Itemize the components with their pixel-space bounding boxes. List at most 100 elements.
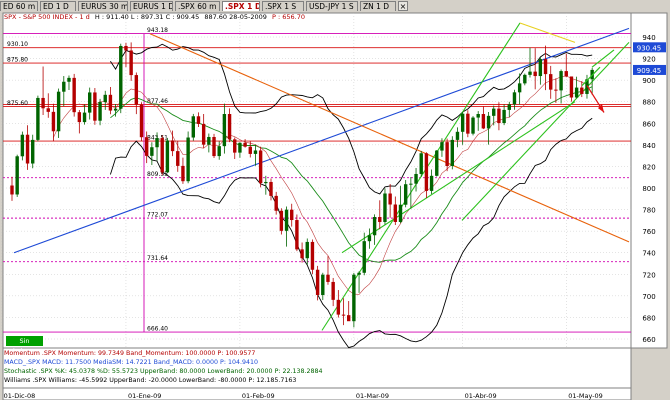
price-tick-label: 920: [642, 56, 655, 64]
candle-body: [279, 210, 284, 231]
candle-body: [207, 136, 211, 145]
candle-body: [466, 113, 470, 134]
candle-body: [77, 112, 82, 123]
candle-body: [36, 97, 40, 140]
price-tick-label: 880: [642, 99, 655, 107]
price-tick-label: 940: [642, 34, 655, 42]
candle-body: [269, 181, 273, 196]
candle-body: [82, 112, 87, 123]
candle-body: [15, 156, 19, 195]
price-tick-label: 700: [642, 293, 655, 301]
candle-body: [196, 116, 201, 124]
tab-spx-60-m[interactable]: .SPX 60 m: [175, 1, 220, 11]
tab-usd-jpy-1-s[interactable]: USD-JPY 1 S: [306, 1, 358, 11]
candle-body: [264, 181, 268, 184]
candle-body: [144, 137, 149, 156]
legend-momentum: Momentum .SPX Momentum: 99.7349 Band_Mom…: [4, 350, 256, 357]
candle-body: [305, 241, 309, 259]
candle-body: [290, 209, 294, 221]
tab-zn-1-d[interactable]: ZN 1 D: [360, 1, 396, 11]
candle-body: [315, 269, 320, 295]
candle-body: [486, 115, 491, 129]
candle-body: [331, 281, 335, 300]
candle-body: [108, 94, 113, 111]
date-tick-label: 01-Dic-08: [4, 392, 36, 400]
candle-body: [372, 217, 377, 236]
candle-body: [129, 50, 133, 76]
candle-body: [549, 74, 553, 90]
candle-body: [492, 108, 496, 116]
candle-body: [414, 173, 418, 184]
candle-body: [455, 131, 460, 140]
price-tick-label: 800: [642, 185, 655, 193]
header-title: SPX - S&P 500 INDEX - 1 d: [4, 13, 90, 21]
candle-body: [227, 114, 232, 140]
candle-body: [476, 114, 480, 118]
header-values: H : 911.40 L : 897.31 C : 909.45: [94, 13, 200, 21]
candle-body: [393, 204, 398, 222]
candle-body: [336, 299, 341, 315]
candle-body: [134, 75, 139, 105]
price-level-label: 930.10: [7, 41, 28, 48]
candle-body: [248, 146, 252, 154]
candle-body: [357, 272, 361, 275]
candle-body: [217, 146, 221, 157]
candle-body: [429, 175, 434, 191]
tab-ed-1-d[interactable]: ED 1 D: [40, 1, 76, 11]
price-tick-label: 820: [642, 163, 655, 171]
tab-eurus-30-m[interactable]: EURUS 30 m: [78, 1, 128, 11]
candle-body: [186, 137, 190, 182]
price-level-label: 875.60: [7, 100, 28, 107]
candle-body: [398, 204, 403, 222]
candle-body: [403, 184, 408, 205]
candle-body: [62, 81, 66, 92]
candle-body: [471, 117, 475, 134]
chart-header: SPX - S&P 500 INDEX - 1 d H : 911.40 L :…: [4, 13, 305, 21]
candle-body: [139, 104, 144, 138]
candle-body: [559, 71, 563, 91]
date-tick-label: 01-Abr-09: [465, 392, 497, 400]
close-tab-icon[interactable]: ×: [398, 1, 408, 11]
candle-body: [347, 315, 351, 322]
candle-body: [165, 140, 170, 173]
price-tick-label: 740: [642, 250, 655, 258]
candle-body: [326, 274, 330, 282]
date-tick-label: 01-Mar-09: [356, 392, 389, 400]
candle-body: [253, 150, 258, 154]
price-chart: 943.18930.10875.80877.46875.60843.51809.…: [0, 12, 670, 400]
tab-spx-1-s[interactable]: .SPX 1 S: [262, 1, 304, 11]
header-percent: P : 656.70: [272, 13, 305, 21]
candle-body: [88, 92, 92, 113]
tab-ed-60-m[interactable]: ED 60 m: [0, 1, 38, 11]
candle-body: [284, 209, 289, 231]
header-date: 887.60 28-05-2009: [204, 13, 267, 21]
candle-body: [222, 114, 227, 147]
candle-body: [341, 314, 346, 316]
tab-spx-1-d[interactable]: .SPX 1 D: [222, 1, 260, 11]
candle-body: [321, 274, 325, 295]
candle-body: [543, 59, 548, 75]
candle-body: [367, 235, 372, 242]
candle-body: [419, 153, 423, 174]
candle-body: [502, 109, 506, 124]
date-tick-label: 01-Feb-09: [242, 392, 275, 400]
candle-body: [424, 153, 429, 191]
candle-body: [564, 71, 568, 77]
candle-body: [41, 97, 45, 109]
candle-body: [119, 45, 123, 109]
candle-body: [51, 111, 56, 132]
candle-body: [233, 139, 237, 153]
price-level-label: 666.40: [147, 326, 168, 333]
tab-eurus-1-d[interactable]: EURUS 1 D: [130, 1, 173, 11]
price-tick-label: 840: [642, 142, 655, 150]
candle-body: [98, 102, 102, 121]
candle-body: [124, 45, 128, 51]
candle-body: [507, 104, 511, 110]
candle-body: [25, 134, 30, 164]
candle-body: [155, 138, 159, 148]
price-tick-label: 900: [642, 77, 655, 85]
candle-body: [113, 108, 118, 111]
sin-ordenes-button[interactable]: Sin órdenes: [6, 336, 43, 355]
candle-body: [191, 116, 195, 138]
candle-body: [517, 83, 522, 93]
